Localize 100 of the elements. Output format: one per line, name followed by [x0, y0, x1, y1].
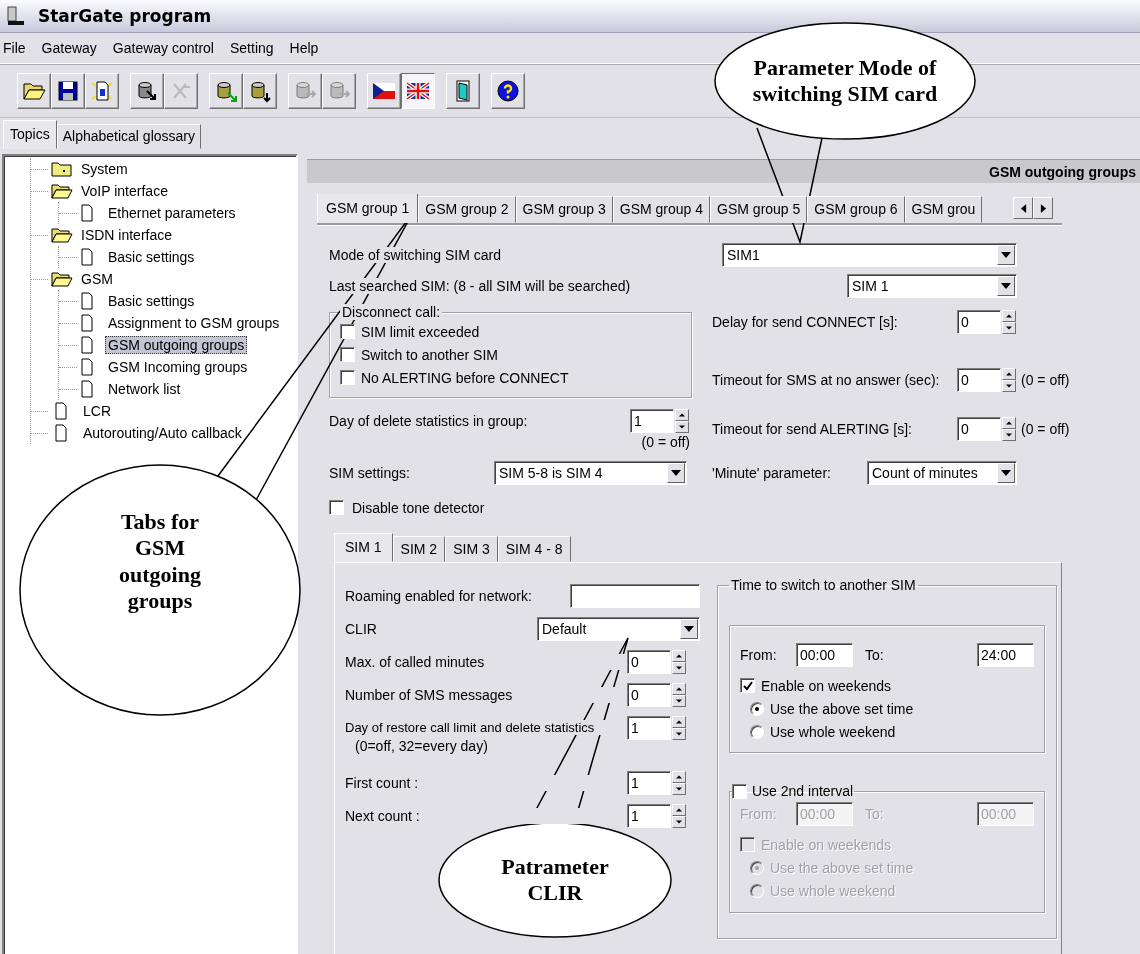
- right-arrow-icon: [1039, 203, 1047, 213]
- tree-item[interactable]: LCR: [80, 402, 114, 420]
- tree-item[interactable]: Ethernet parameters: [105, 204, 239, 222]
- number-field[interactable]: 1: [627, 715, 671, 740]
- tab[interactable]: GSM group 3: [515, 196, 613, 223]
- spin-buttons[interactable]: [672, 682, 688, 707]
- number-field[interactable]: 0: [627, 649, 671, 674]
- tab[interactable]: SIM 4 - 8: [497, 536, 571, 562]
- callout-text: Patrameter CLIR: [500, 853, 610, 907]
- number-field[interactable]: 0: [957, 368, 1001, 392]
- checkbox-label: Enable on weekends: [761, 836, 891, 853]
- tab[interactable]: SIM 1: [334, 533, 393, 562]
- checkbox[interactable]: [340, 324, 355, 339]
- spin-buttons[interactable]: [672, 649, 688, 674]
- dropdown-field[interactable]: Count of minutes: [867, 461, 1017, 485]
- tree-item[interactable]: Basic settings: [105, 292, 198, 310]
- tab[interactable]: Topics: [3, 120, 57, 149]
- dropdown-button[interactable]: [997, 463, 1015, 483]
- tab[interactable]: SIM 2: [392, 536, 446, 562]
- callout-text: Tabs for GSM outgoing groups: [118, 509, 202, 615]
- page-icon: [80, 292, 94, 310]
- help-icon: [496, 79, 520, 103]
- tree-item[interactable]: GSM Incoming groups: [105, 358, 251, 376]
- radio-button[interactable]: [750, 701, 764, 716]
- input-field[interactable]: [570, 583, 700, 608]
- tree-item[interactable]: VoIP interface: [78, 182, 171, 200]
- dropdown-button[interactable]: [997, 245, 1015, 265]
- tree-item[interactable]: Assignment to GSM groups: [105, 314, 283, 332]
- number-field[interactable]: 0: [957, 417, 1001, 441]
- number-field[interactable]: 0: [957, 310, 1001, 334]
- number-field[interactable]: 1: [627, 803, 671, 828]
- time-field[interactable]: 00:00: [796, 643, 853, 667]
- radio-button[interactable]: [750, 724, 764, 739]
- tree-item[interactable]: System: [78, 160, 131, 178]
- left-arrow-icon: [1019, 203, 1027, 213]
- tab[interactable]: SIM 3: [445, 536, 498, 562]
- dropdown-button[interactable]: [667, 463, 685, 483]
- dropdown-button[interactable]: [680, 618, 698, 639]
- number-field[interactable]: 1: [630, 409, 674, 433]
- field-label: From:: [740, 647, 778, 663]
- dropdown-field[interactable]: SIM1: [722, 243, 1017, 267]
- scroll-right-button[interactable]: [1033, 197, 1053, 219]
- hint-text: (0 = off): [641, 434, 690, 450]
- group-title: Disconnect call:: [340, 304, 443, 320]
- dropdown-button[interactable]: [997, 276, 1015, 296]
- tab[interactable]: GSM grou: [904, 196, 983, 223]
- panel-title: GSM outgoing groups: [989, 163, 1136, 180]
- checkbox[interactable]: [329, 500, 344, 515]
- checkbox[interactable]: [340, 370, 355, 385]
- menu-item[interactable]: Gateway control: [109, 40, 218, 56]
- menu-item[interactable]: Setting: [227, 40, 278, 56]
- tree-item[interactable]: ISDN interface: [78, 226, 176, 244]
- spin-buttons[interactable]: [1002, 368, 1018, 392]
- number-field[interactable]: 0: [627, 682, 671, 707]
- radio-label: Use whole weekend: [770, 882, 896, 899]
- spin-buttons[interactable]: [672, 715, 688, 740]
- toolbar-button[interactable]: [401, 73, 435, 109]
- spin-buttons[interactable]: [1002, 310, 1018, 334]
- computer-icon: [6, 6, 26, 26]
- tree-item[interactable]: Basic settings: [105, 248, 198, 266]
- field-label: To:: [865, 806, 885, 822]
- tab[interactable]: GSM group 4: [612, 196, 711, 223]
- tab[interactable]: GSM group 2: [418, 196, 516, 223]
- checkbox-label: Use 2nd interval: [752, 783, 854, 799]
- database-arrow-icon: [248, 79, 272, 103]
- field-label: From:: [740, 806, 778, 822]
- spin-buttons[interactable]: [672, 803, 688, 828]
- page-icon: [80, 380, 94, 398]
- field-label: Max. of called minutes: [345, 653, 627, 670]
- tree-item[interactable]: Autorouting/Auto callback: [80, 424, 245, 442]
- time-field[interactable]: 24:00: [977, 643, 1034, 667]
- tree-item[interactable]: GSM outgoing groups: [105, 336, 248, 354]
- dropdown-field[interactable]: SIM 5-8 is SIM 4: [494, 461, 687, 485]
- tab[interactable]: GSM group 6: [807, 196, 905, 223]
- menu-item[interactable]: Gateway: [38, 40, 101, 56]
- menu-item[interactable]: Help: [286, 40, 323, 56]
- spin-buttons[interactable]: [1002, 417, 1018, 441]
- callout-text: Parameter Mode of switching SIM card: [751, 54, 939, 108]
- checkbox[interactable]: [340, 347, 355, 362]
- menu-item[interactable]: File: [0, 40, 30, 56]
- tree-item[interactable]: Network list: [105, 380, 184, 398]
- check-icon: [742, 680, 753, 691]
- tab[interactable]: GSM group 1: [317, 194, 419, 223]
- page-icon: [54, 424, 68, 442]
- tab[interactable]: Alphabetical glossary: [56, 124, 201, 149]
- checkbox-label: SIM limit exceeded: [361, 323, 480, 340]
- flag-icon: [406, 79, 430, 103]
- checkbox[interactable]: [740, 678, 755, 693]
- checkbox-label: Disable tone detector: [352, 499, 485, 516]
- dropdown-field[interactable]: Default: [537, 616, 700, 641]
- scroll-left-button[interactable]: [1013, 197, 1033, 219]
- number-field[interactable]: 1: [627, 770, 671, 795]
- caret-icon: [684, 625, 694, 632]
- dropdown-field[interactable]: SIM 1: [847, 274, 1017, 298]
- field-label: Mode of switching SIM card: [329, 247, 501, 263]
- tree-item[interactable]: GSM: [78, 270, 116, 288]
- tab[interactable]: GSM group 5: [710, 196, 808, 223]
- spin-buttons[interactable]: [672, 770, 688, 795]
- spin-buttons[interactable]: [675, 409, 691, 433]
- database-arrow-icon: [135, 79, 159, 103]
